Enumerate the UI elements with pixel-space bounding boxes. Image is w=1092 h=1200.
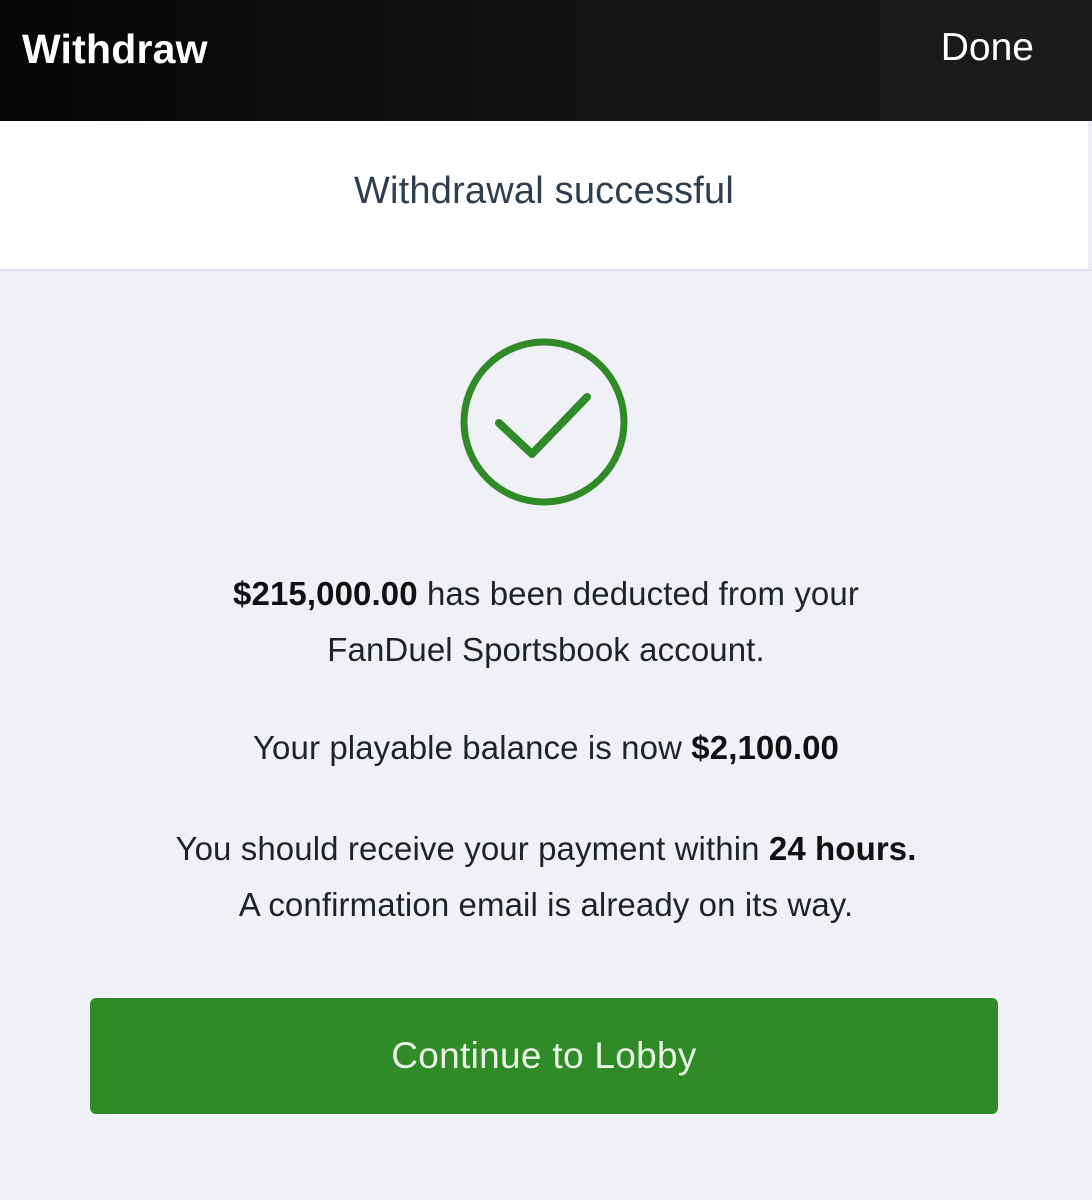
status-title: Withdrawal successful — [353, 170, 735, 212]
deduction-line: $215,000.00 has been deducted from your — [0, 566, 1092, 622]
payment-time: 24 hours. — [768, 830, 917, 867]
check-circle-icon — [460, 338, 628, 506]
account-line: FanDuel Sportsbook account. — [327, 631, 765, 668]
payment-message: You should receive your payment within 2… — [0, 821, 1092, 933]
balance-message: Your playable balance is now $2,100.00 — [0, 720, 1092, 776]
done-button[interactable]: Done — [941, 26, 1034, 70]
page-title: Withdraw — [22, 26, 208, 72]
confirmation-line: A confirmation email is already on its w… — [238, 886, 854, 923]
continue-to-lobby-button[interactable]: Continue to Lobby — [90, 998, 998, 1114]
withdraw-screen: Withdraw Done Withdrawal successful $215… — [0, 0, 1092, 1200]
payment-text: You should receive your payment within — [175, 830, 760, 867]
withdrawal-amount: $215,000.00 — [233, 575, 418, 612]
deduction-message: $215,000.00 has been deducted from your … — [0, 566, 1092, 678]
status-header: Withdrawal successful — [0, 121, 1092, 271]
top-bar: Withdraw Done — [0, 0, 1092, 121]
payment-line: You should receive your payment within 2… — [0, 821, 1092, 877]
balance-amount: $2,100.00 — [691, 729, 840, 766]
deduction-text: has been deducted from your — [426, 575, 859, 612]
balance-text: Your playable balance is now — [252, 729, 683, 766]
